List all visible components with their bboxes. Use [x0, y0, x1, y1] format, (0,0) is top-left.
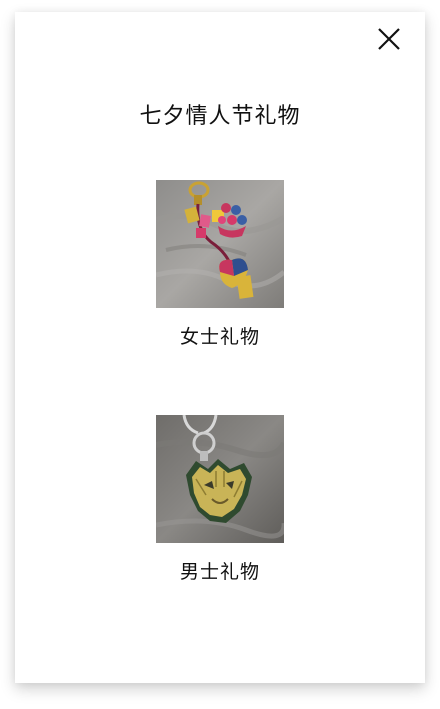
close-icon — [378, 28, 400, 50]
men-gift-label[interactable]: 男士礼物 — [15, 557, 425, 584]
women-gift-label[interactable]: 女士礼物 — [15, 322, 425, 349]
women-gift-charm-image[interactable] — [156, 180, 284, 308]
close-button[interactable] — [376, 26, 402, 52]
men-gift-charm-image[interactable] — [156, 415, 284, 543]
modal-title: 七夕情人节礼物 — [139, 104, 301, 129]
gift-modal: 七夕情人节礼物 女士礼物 男士礼物 — [15, 12, 425, 683]
